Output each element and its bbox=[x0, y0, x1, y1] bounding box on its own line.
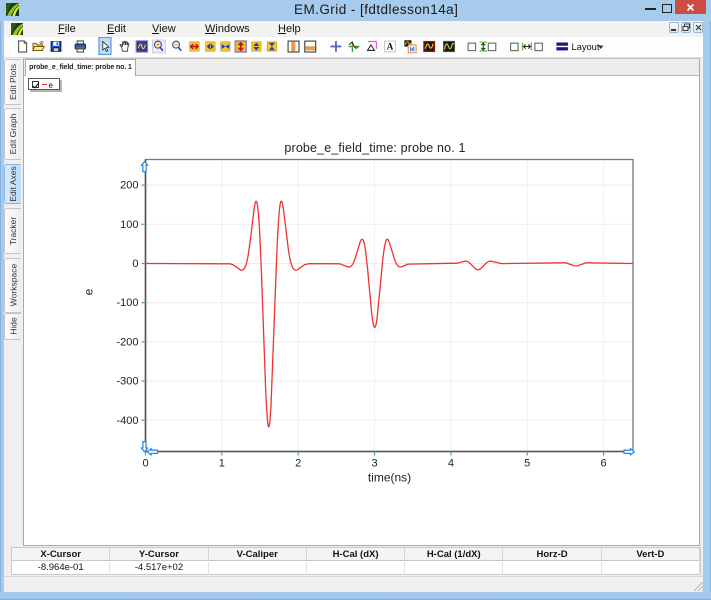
svg-text:100: 100 bbox=[120, 219, 138, 231]
svg-text:200: 200 bbox=[120, 180, 138, 192]
svg-text:4: 4 bbox=[448, 458, 454, 470]
svg-text:time(ns): time(ns) bbox=[368, 471, 411, 485]
svg-text:2: 2 bbox=[295, 458, 301, 470]
svg-text:A: A bbox=[387, 43, 394, 53]
svg-text:3: 3 bbox=[371, 458, 377, 470]
svg-text:6: 6 bbox=[601, 458, 607, 470]
svg-text:5: 5 bbox=[524, 458, 530, 470]
svg-text:1: 1 bbox=[219, 458, 225, 470]
svg-text:e: e bbox=[82, 288, 96, 295]
svg-text:-200: -200 bbox=[116, 336, 138, 348]
svg-text:0: 0 bbox=[132, 258, 138, 270]
svg-text:probe_e_field_time: probe no.: probe_e_field_time: probe no. 1 bbox=[284, 141, 465, 155]
svg-text:0: 0 bbox=[142, 458, 148, 470]
svg-text:Layout: Layout bbox=[572, 42, 600, 52]
svg-text:-400: -400 bbox=[116, 415, 138, 427]
svg-text:-300: -300 bbox=[116, 376, 138, 388]
svg-text:-100: -100 bbox=[116, 297, 138, 309]
